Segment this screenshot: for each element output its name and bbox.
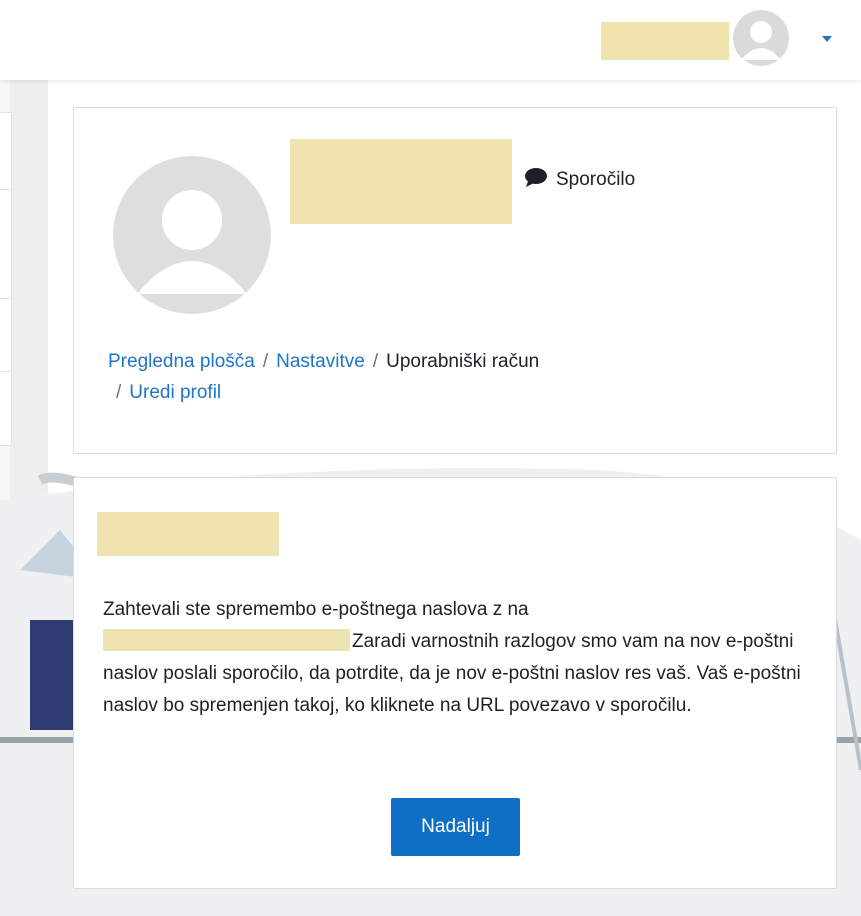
redacted-profile-name [290, 139, 512, 224]
left-block-panel [0, 112, 12, 446]
message-button[interactable]: Sporočilo [524, 168, 635, 192]
caret-down-icon[interactable] [819, 32, 835, 46]
breadcrumb-link-preferences[interactable]: Nastavitve [276, 351, 365, 372]
top-navbar [0, 0, 861, 80]
breadcrumb-separator: / [372, 351, 379, 372]
notice-text-before-email: Zahtevali ste spremembo e-poštnega naslo… [103, 599, 529, 620]
redacted-user-name [601, 22, 729, 60]
redacted-email [103, 629, 350, 651]
breadcrumb-separator: / [262, 351, 269, 372]
breadcrumb-separator: / [116, 382, 122, 403]
default-avatar-icon [113, 156, 271, 314]
notice-message: Zahtevali ste spremembo e-poštnega naslo… [103, 594, 803, 722]
speech-bubble-icon [524, 167, 548, 193]
breadcrumb-link-dashboard[interactable]: Pregledna plošča [108, 351, 255, 372]
breadcrumb-link-edit-profile[interactable]: Uredi profil [129, 382, 221, 403]
email-change-notice-card: Zahtevali ste spremembo e-poštnega naslo… [73, 477, 837, 889]
profile-header-card: Sporočilo Pregledna plošča / Nastavitve / Up… [73, 107, 837, 454]
breadcrumb: Pregledna plošča / Nastavitve / Uporabniški … [108, 346, 748, 408]
message-label: Sporočilo [556, 169, 636, 190]
redacted-notice-title [97, 512, 279, 556]
user-avatar-icon[interactable] [733, 10, 789, 66]
breadcrumb-item-user-account: Uporabniški račun [386, 351, 540, 372]
continue-button[interactable]: Nadaljuj [391, 798, 520, 856]
